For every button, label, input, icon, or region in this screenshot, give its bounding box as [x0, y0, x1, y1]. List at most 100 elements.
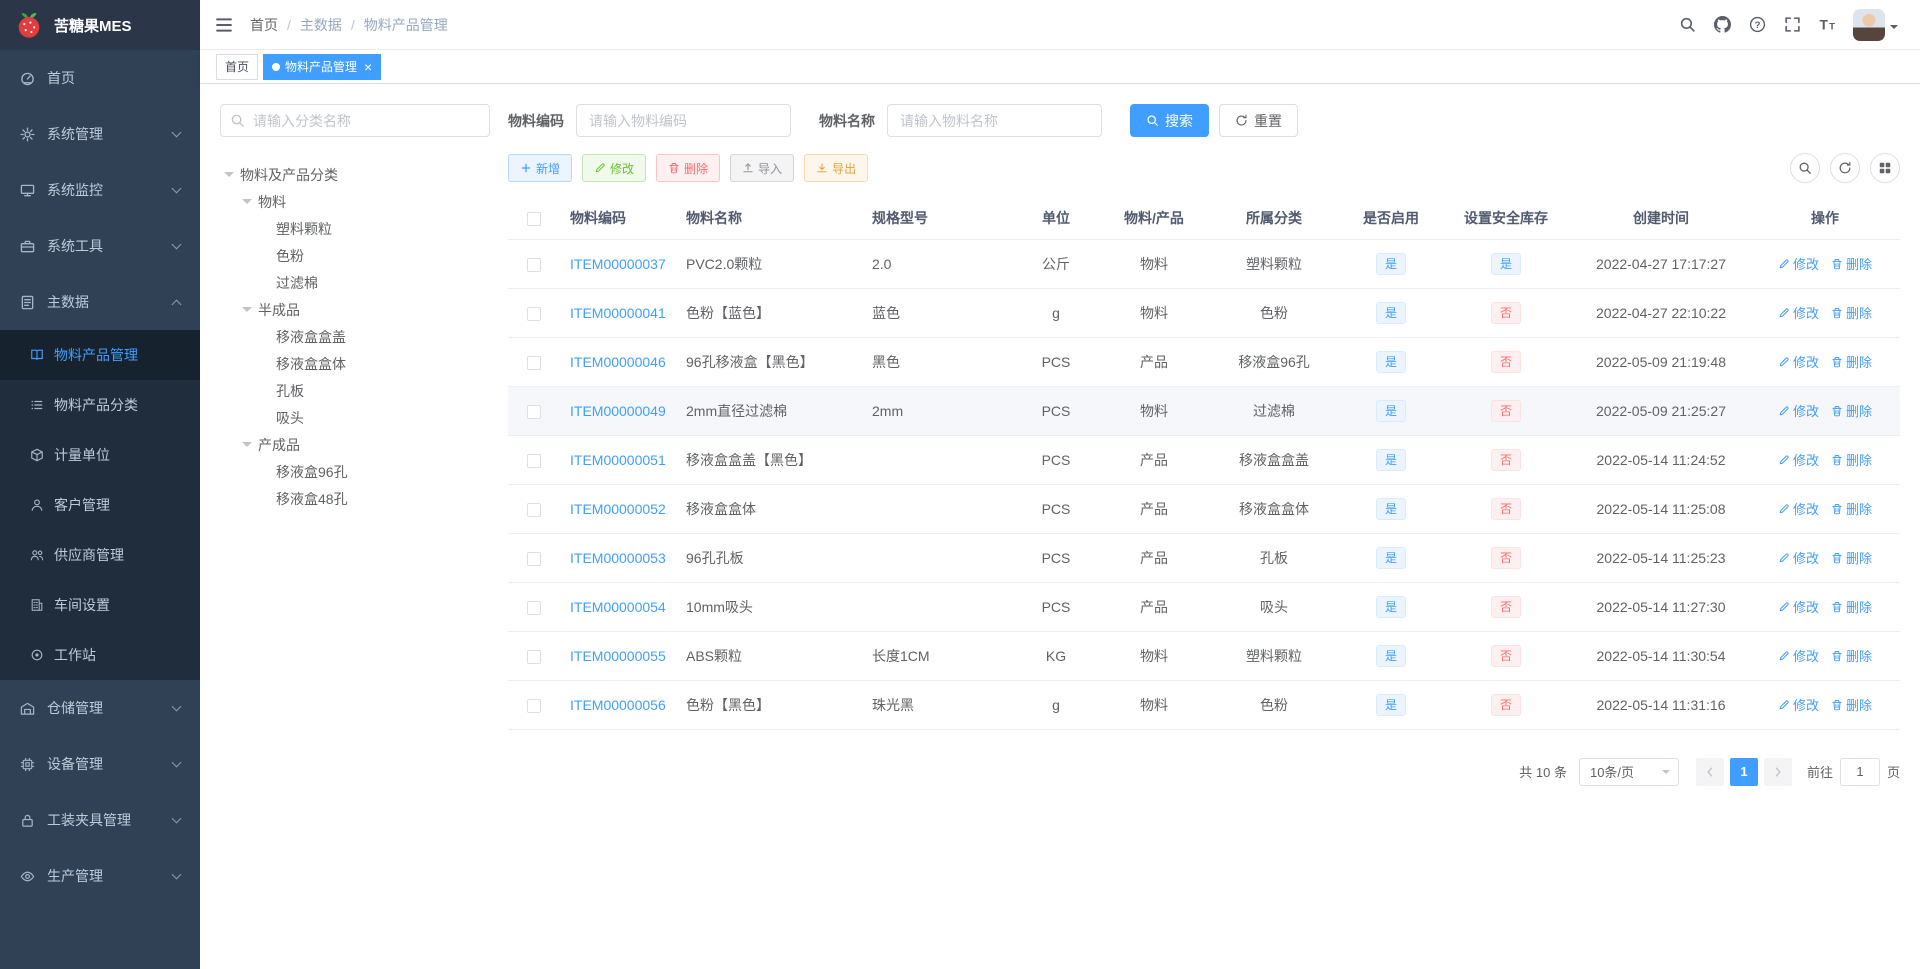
tree-node[interactable]: 移液盒48孔	[220, 485, 490, 512]
row-delete-button[interactable]: 删除	[1831, 401, 1872, 420]
row-checkbox[interactable]	[527, 257, 541, 272]
sidebar-item-production-management[interactable]: 生产管理	[0, 848, 200, 904]
material-code-link[interactable]: ITEM00000049	[570, 403, 666, 419]
next-page-button[interactable]	[1763, 757, 1792, 786]
close-icon[interactable]: ×	[364, 60, 372, 74]
goto-page-input[interactable]	[1839, 757, 1880, 786]
row-checkbox[interactable]	[527, 453, 541, 468]
material-code-input[interactable]	[576, 104, 791, 137]
material-code-link[interactable]: ITEM00000046	[570, 354, 666, 370]
sidebar-item-workshop-settings[interactable]: 车间设置	[0, 580, 200, 630]
help-button[interactable]: ?	[1740, 0, 1775, 50]
material-name-input[interactable]	[887, 104, 1102, 137]
sidebar-item-warehouse-management[interactable]: 仓储管理	[0, 680, 200, 736]
caret-down-icon[interactable]	[242, 307, 252, 317]
row-edit-button[interactable]: 修改	[1778, 450, 1819, 469]
row-checkbox[interactable]	[527, 306, 541, 321]
toggle-search-button[interactable]	[1790, 153, 1820, 183]
row-edit-button[interactable]: 修改	[1778, 695, 1819, 714]
select-all-checkbox[interactable]	[527, 211, 541, 226]
import-button[interactable]: 导入	[730, 154, 795, 182]
layout-size-button[interactable]: TT	[1810, 0, 1845, 50]
row-delete-button[interactable]: 删除	[1831, 646, 1872, 665]
row-checkbox[interactable]	[527, 502, 541, 517]
sidebar-item-material-product-category[interactable]: 物料产品分类	[0, 380, 200, 430]
search-button[interactable]: 搜索	[1130, 104, 1209, 137]
export-button[interactable]: 导出	[804, 154, 869, 182]
sidebar-item-workstation[interactable]: 工作站	[0, 630, 200, 680]
material-code-link[interactable]: ITEM00000051	[570, 452, 666, 468]
row-delete-button[interactable]: 删除	[1831, 450, 1872, 469]
sidebar-item-home[interactable]: 首页	[0, 50, 200, 106]
row-checkbox[interactable]	[527, 649, 541, 664]
row-edit-button[interactable]: 修改	[1778, 499, 1819, 518]
tree-node[interactable]: 色粉	[220, 242, 490, 269]
tree-node[interactable]: 移液盒96孔	[220, 458, 490, 485]
columns-toggle-button[interactable]	[1870, 153, 1900, 183]
row-edit-button[interactable]: 修改	[1778, 401, 1819, 420]
tree-node[interactable]: 过滤棉	[220, 269, 490, 296]
material-code-link[interactable]: ITEM00000053	[570, 550, 666, 566]
tree-node[interactable]: 吸头	[220, 404, 490, 431]
add-button[interactable]: 新增	[508, 154, 573, 182]
row-delete-button[interactable]: 删除	[1831, 352, 1872, 371]
material-code-link[interactable]: ITEM00000054	[570, 599, 666, 615]
tree-node[interactable]: 物料及产品分类	[220, 161, 490, 188]
sidebar-item-measurement-unit[interactable]: 计量单位	[0, 430, 200, 480]
row-checkbox[interactable]	[527, 600, 541, 615]
tree-node[interactable]: 塑料颗粒	[220, 215, 490, 242]
caret-down-icon[interactable]	[224, 172, 234, 182]
tree-node[interactable]: 移液盒盒体	[220, 350, 490, 377]
row-delete-button[interactable]: 删除	[1831, 695, 1872, 714]
caret-down-icon[interactable]	[242, 442, 252, 452]
material-code-link[interactable]: ITEM00000041	[570, 305, 666, 321]
tree-node[interactable]: 移液盒盒盖	[220, 323, 490, 350]
menu-toggle-icon[interactable]	[214, 15, 234, 35]
breadcrumb-item[interactable]: 首页	[250, 15, 278, 35]
row-delete-button[interactable]: 删除	[1831, 597, 1872, 616]
material-code-link[interactable]: ITEM00000052	[570, 501, 666, 517]
row-delete-button[interactable]: 删除	[1831, 548, 1872, 567]
row-checkbox[interactable]	[527, 551, 541, 566]
prev-page-button[interactable]	[1695, 757, 1724, 786]
tree-node[interactable]: 物料	[220, 188, 490, 215]
sidebar-item-equipment-management[interactable]: 设备管理	[0, 736, 200, 792]
tab-material-product-management[interactable]: 物料产品管理 ×	[263, 53, 382, 80]
row-delete-button[interactable]: 删除	[1831, 254, 1872, 273]
row-delete-button[interactable]: 删除	[1831, 499, 1872, 518]
sidebar-item-material-product-management[interactable]: 物料产品管理	[0, 330, 200, 380]
delete-button[interactable]: 删除	[656, 154, 721, 182]
reset-button[interactable]: 重置	[1219, 104, 1298, 137]
row-delete-button[interactable]: 删除	[1831, 303, 1872, 322]
row-checkbox[interactable]	[527, 355, 541, 370]
header-search-button[interactable]	[1670, 0, 1705, 50]
sidebar-item-master-data[interactable]: 主数据	[0, 274, 200, 330]
sidebar-item-supplier-management[interactable]: 供应商管理	[0, 530, 200, 580]
material-code-link[interactable]: ITEM00000037	[570, 256, 666, 272]
row-edit-button[interactable]: 修改	[1778, 597, 1819, 616]
tree-node[interactable]: 孔板	[220, 377, 490, 404]
sidebar-item-customer-management[interactable]: 客户管理	[0, 480, 200, 530]
row-edit-button[interactable]: 修改	[1778, 548, 1819, 567]
category-search-input[interactable]	[220, 104, 490, 137]
page-number-1[interactable]: 1	[1729, 757, 1758, 786]
row-checkbox[interactable]	[527, 404, 541, 419]
row-edit-button[interactable]: 修改	[1778, 646, 1819, 665]
fullscreen-button[interactable]	[1775, 0, 1810, 50]
user-menu[interactable]	[1853, 8, 1906, 41]
sidebar-item-system-monitor[interactable]: 系统监控	[0, 162, 200, 218]
edit-button[interactable]: 修改	[582, 154, 647, 182]
material-code-link[interactable]: ITEM00000055	[570, 648, 666, 664]
sidebar-item-system-management[interactable]: 系统管理	[0, 106, 200, 162]
row-edit-button[interactable]: 修改	[1778, 352, 1819, 371]
github-button[interactable]	[1705, 0, 1740, 50]
tree-node[interactable]: 半成品	[220, 296, 490, 323]
app-logo-area[interactable]: 苦糖果MES	[0, 0, 200, 50]
tab-home[interactable]: 首页	[216, 53, 259, 80]
sidebar-item-fixture-management[interactable]: 工装夹具管理	[0, 792, 200, 848]
row-edit-button[interactable]: 修改	[1778, 303, 1819, 322]
page-size-select[interactable]: 10条/页	[1578, 757, 1679, 786]
caret-down-icon[interactable]	[242, 199, 252, 209]
row-edit-button[interactable]: 修改	[1778, 254, 1819, 273]
material-code-link[interactable]: ITEM00000056	[570, 697, 666, 713]
